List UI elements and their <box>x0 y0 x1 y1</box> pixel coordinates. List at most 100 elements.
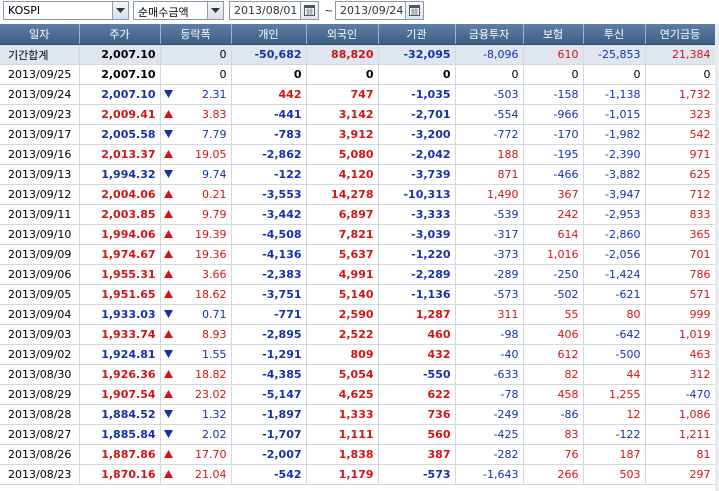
triangle-up-icon <box>163 230 173 238</box>
table-row[interactable]: 2013/08/26 1,887.86 17.70 -2,007 1,838 387 -28… <box>0 444 716 465</box>
cell-fin-invest: -539 <box>455 204 524 225</box>
table-row[interactable]: 2013/09/23 2,009.41 3.83 -441 3,142 -2,701 -55… <box>0 104 716 125</box>
column-header-price[interactable]: 주가 <box>79 24 161 45</box>
cell-date: 2013/08/26 <box>0 444 80 465</box>
cell-price: 1,870.16 <box>79 464 161 485</box>
table-row[interactable]: 2013/09/04 1,933.03 0.71 -771 2,590 1,287 311 5… <box>0 304 716 325</box>
table-row[interactable]: 2013/09/06 1,955.31 3.66 -2,383 4,991 -2,289-… <box>0 264 716 285</box>
cell-trust: 0 <box>583 64 646 85</box>
cell-individual: -122 <box>231 164 307 185</box>
triangle-up-icon <box>163 110 173 118</box>
cell-foreign: 5,140 <box>306 284 379 305</box>
cell-individual: -4,136 <box>231 244 307 265</box>
cell-pension: 297 <box>645 464 716 485</box>
cell-foreign: 1,179 <box>306 464 379 485</box>
table-row[interactable]: 2013/09/24 2,007.10 2.31 442 747 -1,035 -503 -1… <box>0 84 716 105</box>
column-header-individual[interactable]: 개인 <box>231 24 307 45</box>
scrollbar-edge[interactable] <box>715 24 719 491</box>
cell-trust: 44 <box>583 364 646 385</box>
table-row[interactable]: 2013/09/10 1,994.06 19.39 -4,508 7,821 -3,039… <box>0 224 716 245</box>
cell-change: 9.79 <box>160 204 232 225</box>
date-from-calendar-button[interactable] <box>300 2 318 19</box>
cell-change: 0.21 <box>160 184 232 205</box>
table-row[interactable]: 2013/09/13 1,994.32 9.74 -122 4,120 -3,739 871… <box>0 164 716 185</box>
table-row[interactable]: 2013/08/30 1,926.36 18.82 -4,385 5,054 -550 -6… <box>0 364 716 385</box>
cell-foreign: 14,278 <box>306 184 379 205</box>
table-row[interactable]: 2013/09/05 1,951.65 18.62 -3,751 5,140 -1,136… <box>0 284 716 305</box>
cell-pension: 1,211 <box>645 424 716 445</box>
cell-individual: -3,442 <box>231 204 307 225</box>
cell-date: 2013/09/04 <box>0 304 80 325</box>
table-row[interactable]: 2013/09/12 2,004.06 0.21 -3,553 14,278 -10,31… <box>0 184 716 205</box>
cell-foreign: 1,111 <box>306 424 379 445</box>
cell-change: 0 <box>160 64 232 85</box>
toolbar: KOSPI 순매수금액 2013/08/01 ~ 2013/09/24 <box>0 0 719 22</box>
cell-foreign: 6,897 <box>306 204 379 225</box>
cell-price: 1,994.32 <box>79 164 161 185</box>
column-header-fin-invest[interactable]: 금융투자 <box>455 24 524 45</box>
table-row[interactable]: 2013/09/03 1,933.74 8.93 -2,895 2,522 460 -98 4… <box>0 324 716 345</box>
cell-trust: 1,255 <box>583 384 646 405</box>
metric-dropdown-button[interactable] <box>207 2 223 19</box>
column-header-change[interactable]: 등락폭 <box>160 24 232 45</box>
column-header-institution[interactable]: 기관 <box>378 24 456 45</box>
cell-foreign: 4,120 <box>306 164 379 185</box>
metric-select[interactable]: 순매수금액 <box>133 1 224 20</box>
table-row[interactable]: 2013/08/27 1,885.84 2.02 -1,707 1,111 560 -425… <box>0 424 716 445</box>
triangle-down-icon <box>163 90 173 98</box>
cell-price: 1,926.36 <box>79 364 161 385</box>
table-row[interactable]: 2013/09/02 1,924.81 1.55 -1,291 809 432 -40 612… <box>0 344 716 365</box>
blank-icon <box>164 70 173 78</box>
table-row[interactable]: 2013/08/23 1,870.16 21.04 -542 1,179 -573 -1,6… <box>0 464 716 485</box>
cell-change-value: 0.21 <box>202 188 227 201</box>
cell-change: 7.79 <box>160 124 232 145</box>
column-header-foreign[interactable]: 외국인 <box>306 24 379 45</box>
table-row[interactable]: 2013/09/25 2,007.10 0 0 0 0 0 0 0 0 <box>0 64 716 85</box>
triangle-up-icon <box>163 370 173 378</box>
cell-date: 2013/09/06 <box>0 264 80 285</box>
cell-institution: 1,287 <box>378 304 456 325</box>
column-header-insurance[interactable]: 보험 <box>523 24 584 45</box>
cell-price: 1,907.54 <box>79 384 161 405</box>
table-row[interactable]: 2013/09/16 2,013.37 19.05 -2,862 5,080 -2,042… <box>0 144 716 165</box>
table-row[interactable]: 2013/08/29 1,907.54 23.02 -5,147 4,625 622 -78… <box>0 384 716 405</box>
triangle-up-icon <box>163 390 173 398</box>
cell-price: 1,994.06 <box>79 224 161 245</box>
cell-trust: -3,882 <box>583 164 646 185</box>
date-to-calendar-button[interactable] <box>405 2 423 19</box>
cell-pension: 999 <box>645 304 716 325</box>
column-header-pension[interactable]: 연기금등 <box>645 24 716 45</box>
table-row[interactable]: 2013/09/17 2,005.58 7.79 -783 3,912 -3,200 -77… <box>0 124 716 145</box>
table-row[interactable]: 2013/09/11 2,003.85 9.79 -3,442 6,897 -3,333-… <box>0 204 716 225</box>
cell-fin-invest: -98 <box>455 324 524 345</box>
cell-change: 19.36 <box>160 244 232 265</box>
cell-foreign: 2,590 <box>306 304 379 325</box>
column-header-trust[interactable]: 투신 <box>583 24 646 45</box>
cell-foreign: 1,333 <box>306 404 379 425</box>
cell-trust: -2,953 <box>583 204 646 225</box>
cell-foreign: 5,637 <box>306 244 379 265</box>
market-dropdown-button[interactable] <box>112 2 128 19</box>
cell-change: 3.83 <box>160 104 232 125</box>
cell-institution: 736 <box>378 404 456 425</box>
triangle-down-icon <box>163 410 173 418</box>
date-range-separator: ~ <box>324 4 334 17</box>
cell-price: 2,003.85 <box>79 204 161 225</box>
period-total-row[interactable]: 기간합계 2,007.10 0 -50,682 88,820 -32,095 -… <box>0 44 716 65</box>
triangle-up-icon <box>163 190 173 198</box>
date-to-field[interactable]: 2013/09/24 <box>335 1 424 20</box>
calendar-icon <box>304 5 315 16</box>
total-foreign: 88,820 <box>306 44 379 65</box>
cell-change-value: 3.66 <box>202 268 227 281</box>
cell-date: 2013/09/24 <box>0 84 80 105</box>
cell-insurance: -195 <box>523 144 584 165</box>
table-row[interactable]: 2013/09/09 1,974.67 19.36 -4,136 5,637 -1,220… <box>0 244 716 265</box>
date-from-field[interactable]: 2013/08/01 <box>229 1 319 20</box>
cell-date: 2013/08/28 <box>0 404 80 425</box>
total-fin-invest: -8,096 <box>455 44 524 65</box>
cell-pension: 365 <box>645 224 716 245</box>
table-row[interactable]: 2013/08/28 1,884.52 1.32 -1,897 1,333 736 -249… <box>0 404 716 425</box>
cell-fin-invest: -249 <box>455 404 524 425</box>
market-select[interactable]: KOSPI <box>3 1 129 20</box>
column-header-date[interactable]: 일자 <box>0 24 80 45</box>
